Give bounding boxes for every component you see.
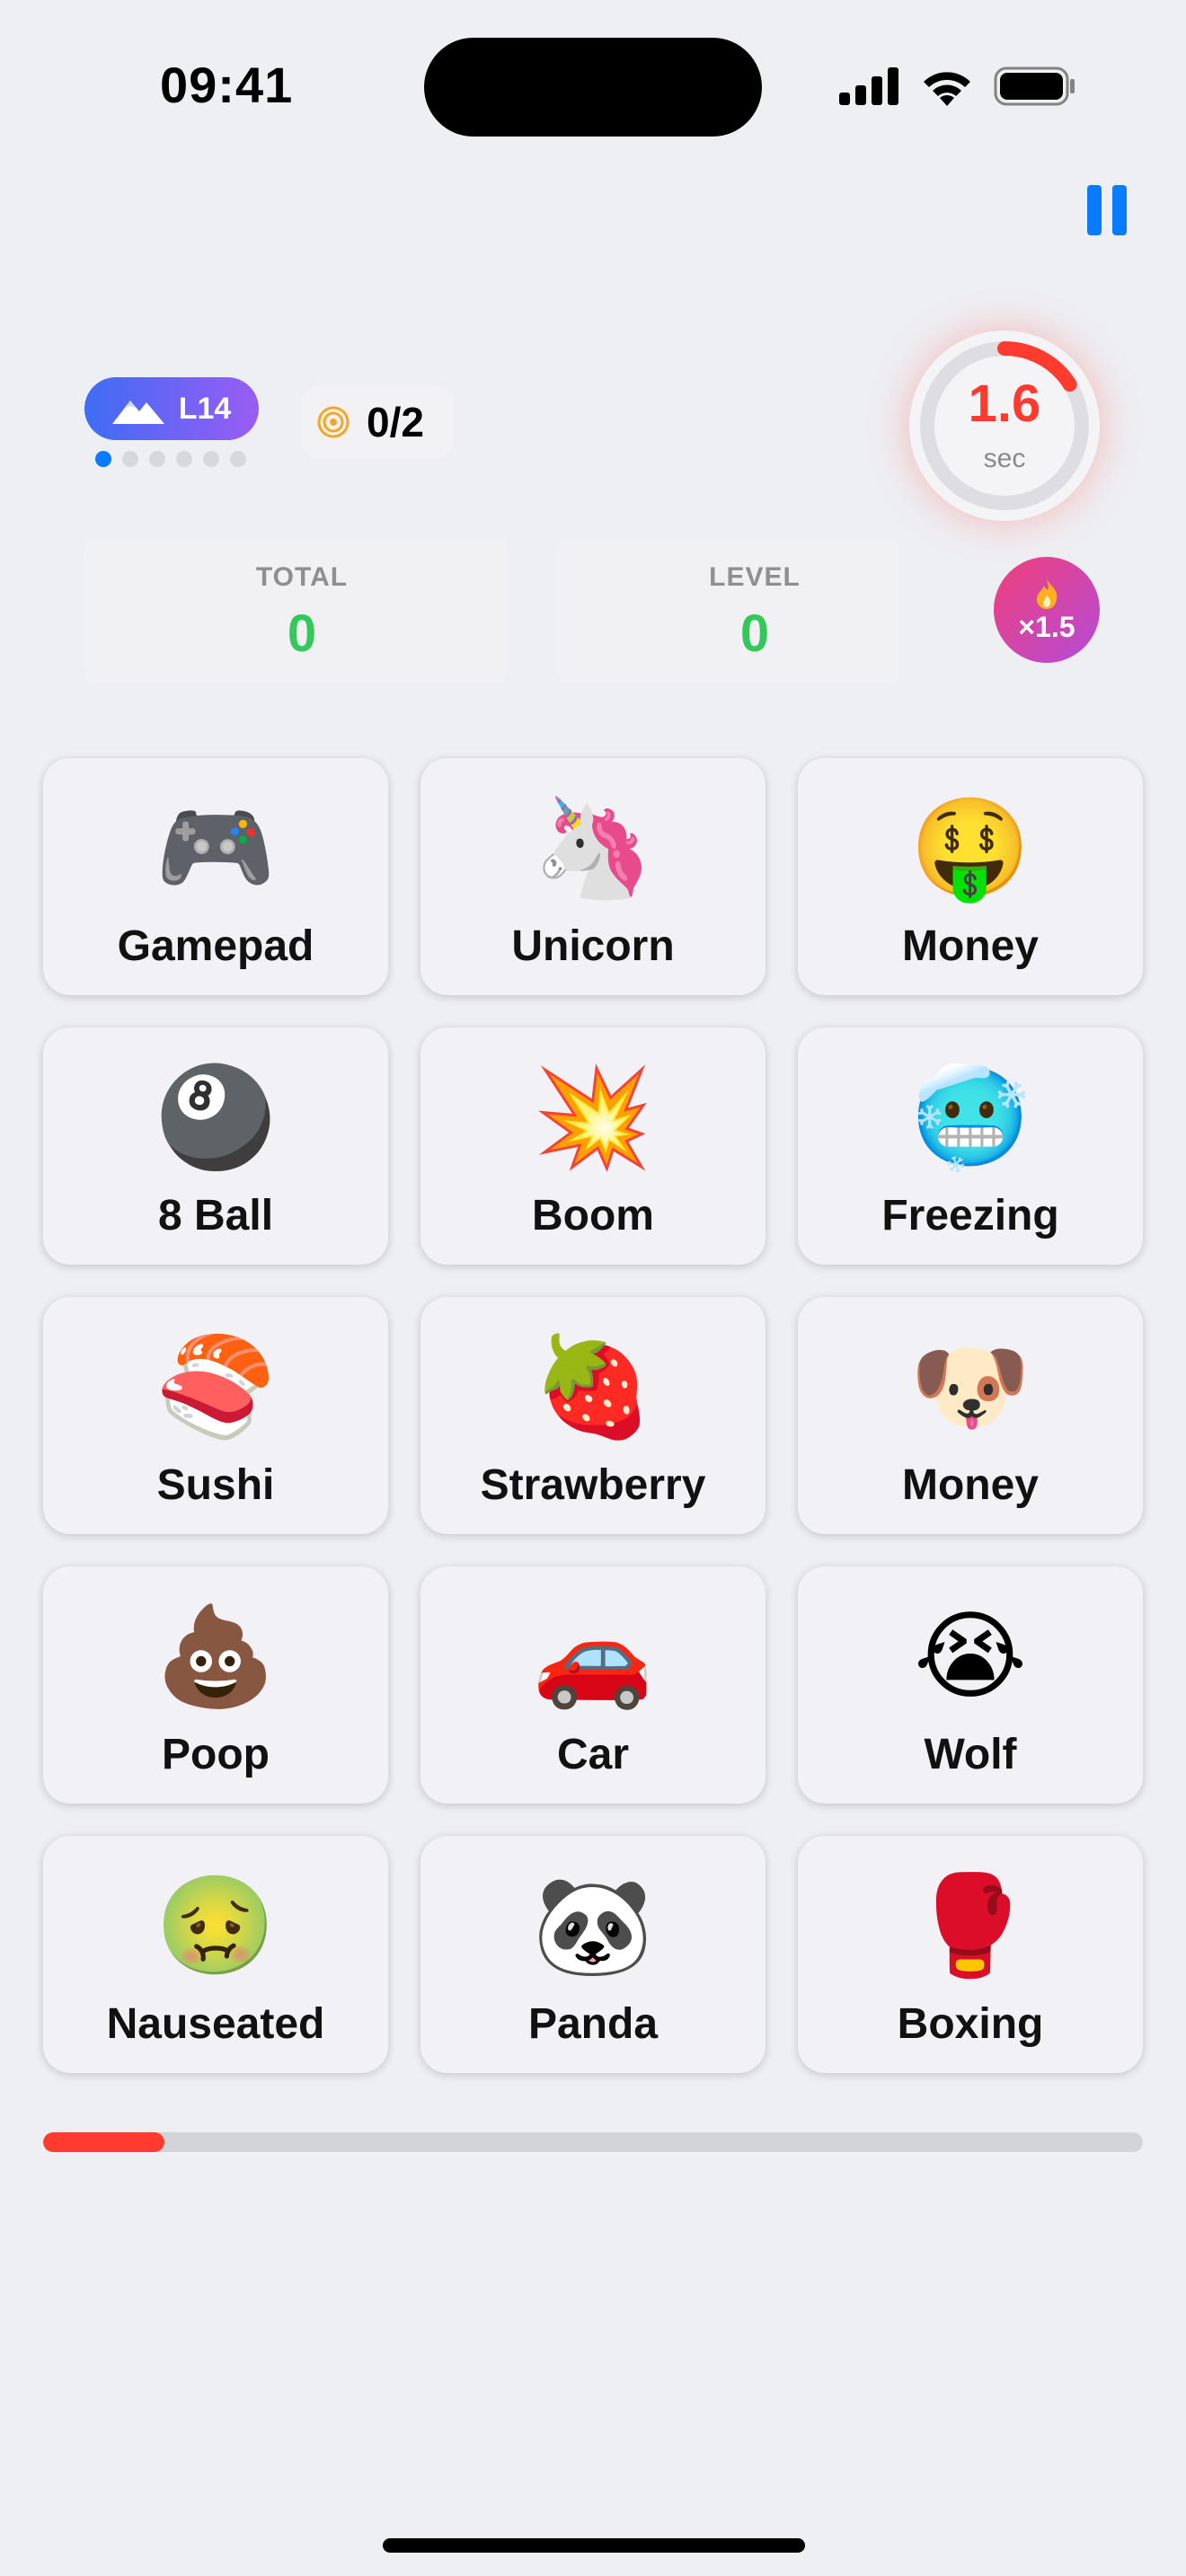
card-label: Money <box>901 922 1039 970</box>
emoji-card[interactable]: 🦄 Unicorn <box>420 758 766 995</box>
pause-icon <box>1087 185 1102 235</box>
card-emoji: 🍣 <box>155 1332 277 1441</box>
target-progress: 0/2 <box>367 399 424 446</box>
cellular-signal-icon <box>839 67 898 105</box>
multiplier-badge: ×1.5 <box>994 557 1100 663</box>
card-label: Panda <box>527 2000 659 2048</box>
round-progress-bar <box>43 2132 1143 2152</box>
level-dot <box>95 451 111 467</box>
emoji-card[interactable]: 🎮 Gamepad <box>43 758 388 995</box>
level-badge[interactable]: L14 <box>84 377 259 440</box>
card-label: Sushi <box>156 1461 275 1509</box>
mountain-icon <box>111 401 164 424</box>
timer-unit: sec <box>983 444 1026 473</box>
card-emoji: 🦄 <box>532 793 654 902</box>
dynamic-island <box>424 38 762 137</box>
card-label: Boom <box>532 1192 654 1239</box>
emoji-card[interactable]: 🍓 Strawberry <box>420 1297 766 1534</box>
level-dot <box>149 451 165 467</box>
card-label: Strawberry <box>480 1461 706 1509</box>
level-label: L14 <box>178 391 232 426</box>
emoji-card[interactable]: 🤢 Nauseated <box>43 1836 388 2073</box>
countdown-timer: 1.6 sec <box>909 331 1100 521</box>
emoji-card[interactable]: 🥊 Boxing <box>798 1836 1143 2073</box>
card-emoji: 🎮 <box>155 793 277 902</box>
emoji-card[interactable]: 🥶 Freezing <box>798 1028 1143 1265</box>
round-progress-fill <box>43 2132 164 2152</box>
card-emoji: 🐼 <box>532 1871 654 1980</box>
multiplier-value: ×1.5 <box>1018 611 1075 643</box>
status-time: 09:41 <box>160 57 294 113</box>
level-dot <box>203 451 219 467</box>
emoji-card[interactable]: 🎱 8 Ball <box>43 1028 388 1265</box>
level-dot <box>230 451 246 467</box>
emoji-card[interactable]: 🚗 Car <box>420 1566 766 1804</box>
level-score-value: 0 <box>739 604 770 663</box>
card-emoji: 🚗 <box>532 1601 654 1710</box>
card-emoji: 🥊 <box>909 1871 1031 1980</box>
card-label: 8 Ball <box>157 1192 274 1239</box>
home-indicator[interactable] <box>383 2538 805 2553</box>
wifi-icon <box>924 72 970 106</box>
card-label: Boxing <box>897 2000 1044 2048</box>
total-label: TOTAL <box>255 562 349 592</box>
total-value: 0 <box>287 604 317 663</box>
card-label: Gamepad <box>117 922 314 970</box>
emoji-card[interactable]: 💩 Poop <box>43 1566 388 1804</box>
emoji-grid: 🎮 Gamepad 🦄 Unicorn 🤑 Money 🎱 8 Ball 💥 Boom 🥶 Freez… <box>43 758 1143 2073</box>
pause-button[interactable] <box>1087 185 1127 237</box>
card-emoji: 🤑 <box>909 793 1031 902</box>
emoji-card[interactable]: 🤑 Money <box>798 758 1143 995</box>
card-label: Poop <box>162 1731 270 1778</box>
level-dots <box>95 451 246 467</box>
emoji-card[interactable]: 🍣 Sushi <box>43 1297 388 1534</box>
card-label: Unicorn <box>511 922 675 970</box>
target-counter: 0/2 <box>302 386 453 458</box>
battery-icon <box>994 66 1075 106</box>
level-score-label: LEVEL <box>709 562 801 592</box>
card-label: Money <box>901 1461 1039 1509</box>
card-emoji: 🥶 <box>909 1063 1031 1171</box>
emoji-card[interactable]: 🐼 Panda <box>420 1836 766 2073</box>
card-emoji: 🤢 <box>155 1871 277 1980</box>
target-icon <box>317 406 350 438</box>
emoji-card[interactable]: 💥 Boom <box>420 1028 766 1265</box>
emoji-card[interactable]: 🐶 Money <box>798 1297 1143 1534</box>
card-emoji: 🍓 <box>532 1332 654 1441</box>
timer-value: 1.6 <box>968 375 1041 433</box>
card-label: Freezing <box>881 1192 1059 1239</box>
card-label: Car <box>556 1731 630 1778</box>
flame-icon <box>1037 578 1058 609</box>
card-emoji: 😭 <box>913 1601 1028 1710</box>
card-emoji: 💥 <box>532 1063 654 1171</box>
card-label: Wolf <box>924 1731 1017 1778</box>
card-label: Nauseated <box>106 2000 325 2048</box>
card-emoji: 💩 <box>155 1601 277 1710</box>
status-icons <box>839 63 1076 110</box>
emoji-card[interactable]: 😭 Wolf <box>798 1566 1143 1804</box>
level-dot <box>122 451 138 467</box>
card-emoji: 🎱 <box>155 1063 277 1171</box>
card-emoji: 🐶 <box>909 1332 1031 1441</box>
level-dot <box>176 451 192 467</box>
